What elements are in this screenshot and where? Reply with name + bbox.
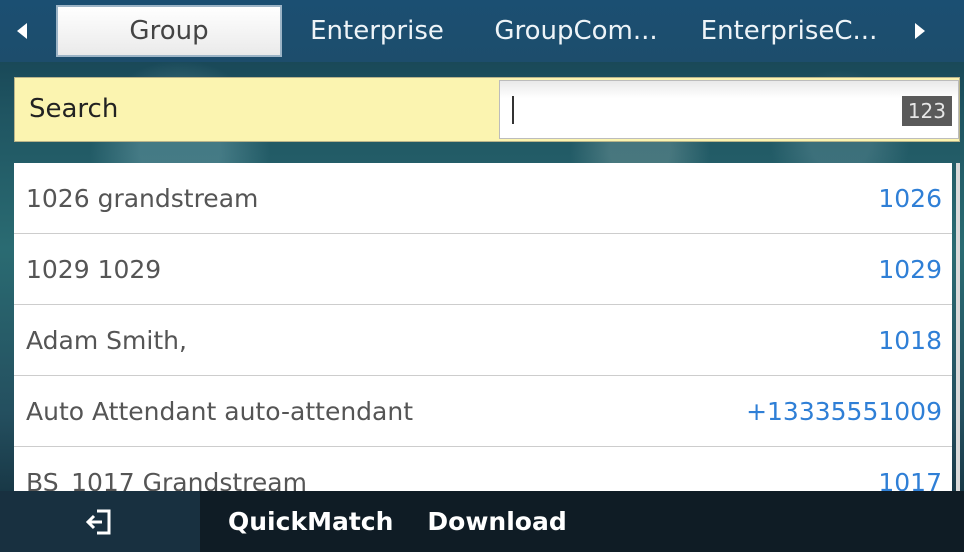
contact-number: 1029 <box>878 254 942 284</box>
list-scrollbar[interactable] <box>956 163 960 491</box>
exit-arrow-icon <box>86 509 111 534</box>
contact-name: BS_1017 Grandstream <box>26 467 307 492</box>
list-item[interactable]: BS_1017 Grandstream 1017 <box>14 447 952 491</box>
text-caret <box>512 95 514 124</box>
tab-group-common[interactable]: GroupCom... <box>472 5 680 57</box>
tab-enterprise[interactable]: Enterprise <box>282 5 472 57</box>
tab-scroll-right-button[interactable] <box>898 0 942 62</box>
search-input[interactable]: 123 <box>499 80 959 139</box>
list-item[interactable]: Adam Smith, 1018 <box>14 305 952 376</box>
tab-scroll-left-button[interactable] <box>0 0 44 62</box>
input-mode-badge[interactable]: 123 <box>901 96 952 126</box>
list-item[interactable]: 1026 grandstream 1026 <box>14 163 952 234</box>
contact-number: 1018 <box>878 325 942 355</box>
triangle-left-icon <box>17 23 27 39</box>
contact-name: 1026 grandstream <box>26 183 259 213</box>
search-row: Search 123 <box>14 77 960 142</box>
back-button[interactable] <box>0 491 200 552</box>
list-item[interactable]: 1029 1029 1029 <box>14 234 952 305</box>
contact-name: 1029 1029 <box>26 254 162 284</box>
contact-name: Adam Smith, <box>26 325 187 355</box>
search-label: Search <box>29 94 119 124</box>
contact-list: 1026 grandstream 1026 1029 1029 1029 Ada… <box>14 163 952 491</box>
triangle-right-icon <box>915 23 925 39</box>
download-softkey[interactable]: Download <box>427 507 566 536</box>
contact-number: 1026 <box>878 183 942 213</box>
tab-enterprise-common[interactable]: EnterpriseC... <box>680 5 898 57</box>
quickmatch-softkey[interactable]: QuickMatch <box>228 507 393 536</box>
contact-number: 1017 <box>878 467 942 492</box>
contact-name: Auto Attendant auto-attendant <box>26 396 413 426</box>
tab-group[interactable]: Group <box>56 5 282 57</box>
softkey-bar: QuickMatch Download <box>0 491 964 552</box>
tab-bar: Group Enterprise GroupCom... EnterpriseC… <box>0 0 964 62</box>
list-item[interactable]: Auto Attendant auto-attendant +133355510… <box>14 376 952 447</box>
contact-number: +13335551009 <box>746 396 942 426</box>
